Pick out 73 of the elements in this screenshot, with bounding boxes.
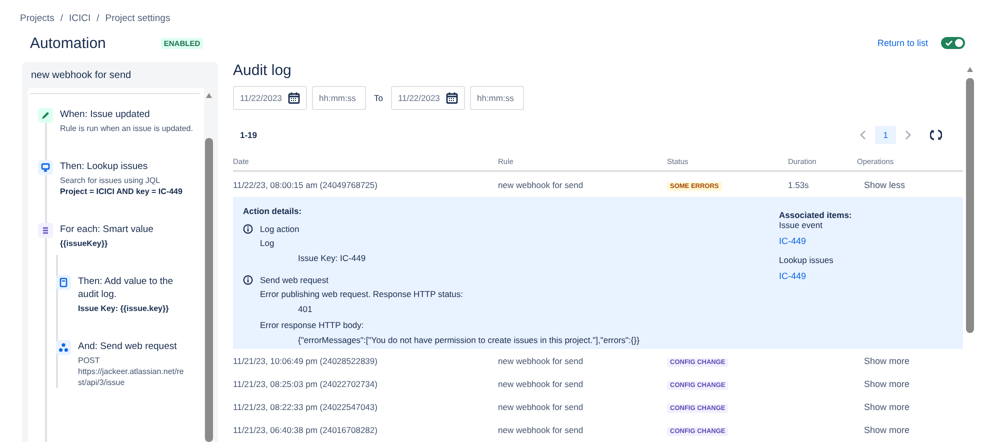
table-cell-text: new webhook for send	[498, 356, 584, 366]
table-cell-text: new webhook for send	[498, 424, 584, 434]
toggle-details-link[interactable]: Show more	[864, 378, 910, 388]
associated-label: Lookup issues	[779, 255, 834, 266]
info-icon	[243, 275, 253, 285]
calendar-icon	[446, 92, 458, 104]
breadcrumb-link[interactable]: Projects	[20, 13, 54, 27]
table-cell-text: 11/22/23, 08:00:15 am (24049768725)	[233, 180, 378, 190]
step-title[interactable]: And: Send web request	[78, 340, 186, 353]
action-value: {"errorMessages":["You do not have permission to create issues in this project."],"errors":{}}	[297, 334, 640, 347]
toggle-details-link[interactable]: Show more	[864, 424, 910, 434]
page-button[interactable]: 1	[875, 126, 896, 144]
chevron-right-icon[interactable]	[905, 130, 911, 140]
issue-link[interactable]: IC-449	[779, 236, 806, 246]
breadcrumb-separator: /	[60, 13, 63, 26]
step-description: Issue Key: {{issue.key}}	[78, 303, 170, 314]
document-icon	[56, 275, 71, 290]
table-cell-text: 11/21/23, 06:40:38 pm (24016708282)	[233, 424, 378, 434]
step-description: POST	[78, 355, 101, 366]
action-title: Log action	[260, 223, 300, 236]
toggle-details-link[interactable]: Show more	[864, 402, 910, 412]
breadcrumb-separator: /	[96, 13, 100, 26]
table-cell-text: new webhook for send	[498, 180, 584, 190]
step-description: Project = ICICI AND key = IC-449	[60, 186, 182, 197]
time-field[interactable]: hh:mm:ss	[312, 86, 366, 110]
result-range: 1-19	[240, 130, 258, 140]
toggle-details-link[interactable]: Show less	[864, 180, 906, 190]
refresh-icon[interactable]	[930, 129, 942, 141]
time-field[interactable]: hh:mm:ss	[470, 86, 524, 110]
action-value: 401	[297, 303, 314, 316]
action-text: Error publishing web request. Response HTTP status:	[260, 288, 464, 301]
calendar-icon	[288, 92, 300, 104]
action-text: Log	[260, 237, 276, 250]
step-title[interactable]: For each: Smart value	[60, 223, 154, 236]
step-title[interactable]: When: Issue updated	[60, 108, 193, 121]
check-icon	[945, 39, 953, 47]
action-value: Issue Key: IC-449	[297, 252, 366, 265]
table-cell: 1.53s	[788, 180, 809, 190]
date-field[interactable]: 11/22/2023	[390, 86, 465, 110]
table-cell-text: 11/21/23, 08:22:33 pm (24022547043)	[233, 402, 378, 412]
details-heading: Action details:	[243, 206, 303, 216]
toggle-details-link[interactable]: Show more	[864, 356, 910, 366]
breadcrumb-link[interactable]: Project settings	[105, 13, 170, 27]
return-link[interactable]: Return to list	[877, 38, 928, 48]
table-cell-text: new webhook for send	[498, 378, 584, 388]
step-description: {{issueKey}}	[60, 238, 109, 249]
associated-heading: Associated items:	[779, 210, 853, 220]
section-title: Audit log	[233, 62, 292, 80]
step-description: Search for issues using JQL	[60, 175, 162, 186]
action-text: Error response HTTP body:	[260, 319, 365, 332]
rule-name: new webhook for send	[30, 69, 132, 83]
nodes-icon	[56, 340, 71, 355]
associated-label: Issue event	[779, 220, 824, 231]
step-description: Rule is run when an issue is updated.	[60, 123, 193, 134]
info-icon	[243, 224, 253, 234]
table-cell-text: 11/21/23, 08:25:03 pm (24022702734)	[233, 378, 378, 388]
step-title[interactable]: Then: Add value to the audit log.	[78, 275, 186, 301]
breadcrumb-link[interactable]: ICICI	[68, 13, 91, 27]
enable-toggle[interactable]	[941, 37, 965, 49]
issue-link[interactable]: IC-449	[779, 271, 806, 281]
scrollbar[interactable]	[204, 88, 214, 442]
pencil-icon	[38, 108, 53, 123]
action-title: Send web request	[260, 274, 330, 287]
step-title[interactable]: Then: Lookup issues	[60, 160, 182, 173]
to-label: To	[373, 93, 384, 103]
table-cell-text: new webhook for send	[498, 402, 584, 412]
step-description: https://jackeer.atlassian.net/rest/api/3/issue	[78, 366, 185, 388]
monitor-icon	[38, 160, 53, 175]
table-cell-text: 11/21/23, 10:06:49 pm (24028522839)	[233, 356, 378, 366]
chevron-left-icon[interactable]	[860, 130, 866, 140]
page-title: Automation	[30, 34, 106, 52]
list-icon	[38, 223, 53, 238]
date-field[interactable]: 11/22/2023	[233, 86, 307, 110]
